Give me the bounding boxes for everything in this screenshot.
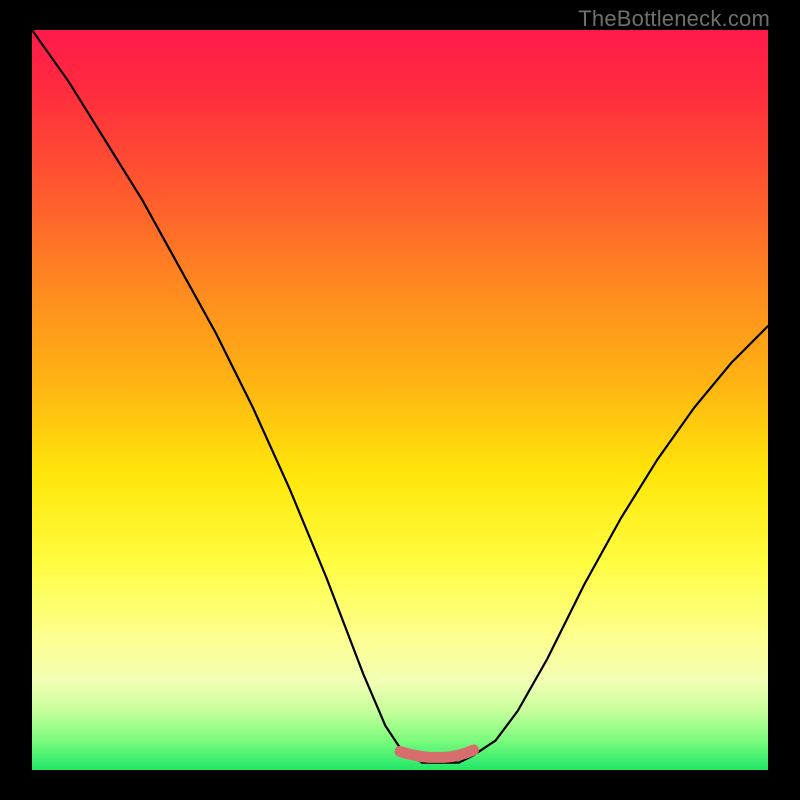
plot-area — [32, 30, 768, 770]
curve-svg — [32, 30, 768, 770]
watermark-text: TheBottleneck.com — [578, 6, 770, 32]
optimal-range-marker-path — [400, 750, 474, 757]
bottleneck-curve-path — [32, 30, 768, 763]
chart-stage: TheBottleneck.com — [0, 0, 800, 800]
